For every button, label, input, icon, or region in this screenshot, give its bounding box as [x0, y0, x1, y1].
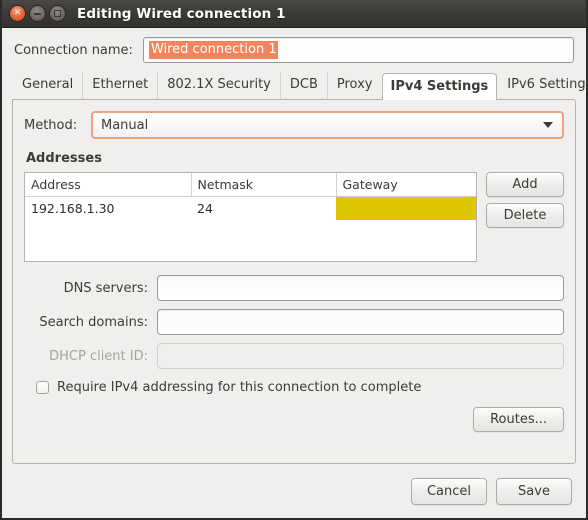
- close-icon[interactable]: ✕: [9, 5, 26, 22]
- addresses-group-title: Addresses: [26, 151, 102, 166]
- connection-name-row: Connection name: Wired connection 1: [2, 28, 586, 71]
- delete-button[interactable]: Delete: [486, 203, 564, 228]
- dns-servers-label: DNS servers:: [63, 280, 148, 296]
- chevron-down-icon: [543, 122, 553, 128]
- table-header-row: Address Netmask Gateway: [25, 173, 476, 197]
- tab-8021x-security[interactable]: 802.1X Security: [157, 72, 280, 99]
- require-ipv4-label: Require IPv4 addressing for this connect…: [57, 380, 422, 395]
- dns-servers-input[interactable]: [157, 275, 564, 301]
- search-domains-input[interactable]: [157, 309, 564, 335]
- routes-row: Routes...: [24, 407, 564, 432]
- dhcp-client-id-label: DHCP client ID:: [49, 348, 148, 364]
- maximize-icon[interactable]: [49, 5, 66, 22]
- save-button[interactable]: Save: [496, 477, 572, 505]
- tab-proxy[interactable]: Proxy: [326, 72, 382, 99]
- column-header-netmask[interactable]: Netmask: [191, 173, 337, 197]
- cancel-button[interactable]: Cancel: [411, 477, 487, 505]
- dialog-footer: Cancel Save: [2, 464, 586, 518]
- tab-dcb[interactable]: DCB: [279, 72, 327, 99]
- routes-button[interactable]: Routes...: [473, 407, 564, 432]
- addresses-area: Address Netmask Gateway 192.168.1.30 24: [24, 172, 564, 262]
- tab-ipv6-settings[interactable]: IPv6 Settings: [497, 72, 588, 99]
- column-header-gateway[interactable]: Gateway: [336, 173, 476, 197]
- tab-bar: General Ethernet 802.1X Security DCB Pro…: [2, 71, 588, 100]
- ipv4-fields: DNS servers: Search domains: DHCP client…: [24, 275, 564, 377]
- connection-name-label: Connection name:: [14, 42, 133, 58]
- tab-general[interactable]: General: [12, 72, 82, 99]
- window-title: Editing Wired connection 1: [77, 5, 286, 22]
- tab-ethernet[interactable]: Ethernet: [82, 72, 157, 99]
- connection-name-value: Wired connection 1: [148, 41, 278, 59]
- addresses-table[interactable]: Address Netmask Gateway 192.168.1.30 24: [24, 172, 477, 262]
- editing-connection-dialog: ✕ Editing Wired connection 1 Connection …: [0, 0, 588, 520]
- table-row[interactable]: 192.168.1.30 24: [25, 196, 476, 221]
- ipv4-settings-panel: Method: Manual Addresses Address Netmask…: [12, 99, 576, 464]
- column-header-address[interactable]: Address: [25, 173, 192, 197]
- minimize-icon[interactable]: [29, 5, 46, 22]
- dhcp-client-id-row: DHCP client ID:: [24, 343, 564, 369]
- method-value: Manual: [101, 117, 149, 133]
- dhcp-client-id-input: [157, 343, 564, 369]
- method-row: Method: Manual: [24, 111, 564, 139]
- search-domains-label: Search domains:: [39, 314, 148, 330]
- address-buttons: Add Delete: [486, 172, 564, 228]
- method-label: Method:: [24, 117, 78, 133]
- cell-gateway-editing[interactable]: [336, 196, 476, 220]
- cell-netmask[interactable]: 24: [191, 197, 336, 221]
- search-domains-row: Search domains:: [24, 309, 564, 335]
- title-bar[interactable]: ✕ Editing Wired connection 1: [2, 0, 586, 28]
- add-button[interactable]: Add: [486, 172, 564, 197]
- require-ipv4-checkbox[interactable]: [36, 381, 49, 394]
- tab-ipv4-settings[interactable]: IPv4 Settings: [381, 73, 498, 100]
- dialog-body: Connection name: Wired connection 1 Gene…: [2, 28, 588, 518]
- cell-address[interactable]: 192.168.1.30: [25, 197, 191, 221]
- require-ipv4-row[interactable]: Require IPv4 addressing for this connect…: [36, 380, 564, 395]
- connection-name-input[interactable]: Wired connection 1: [142, 37, 574, 63]
- dns-servers-row: DNS servers:: [24, 275, 564, 301]
- method-dropdown[interactable]: Manual: [91, 111, 564, 139]
- window-controls: ✕: [9, 5, 66, 22]
